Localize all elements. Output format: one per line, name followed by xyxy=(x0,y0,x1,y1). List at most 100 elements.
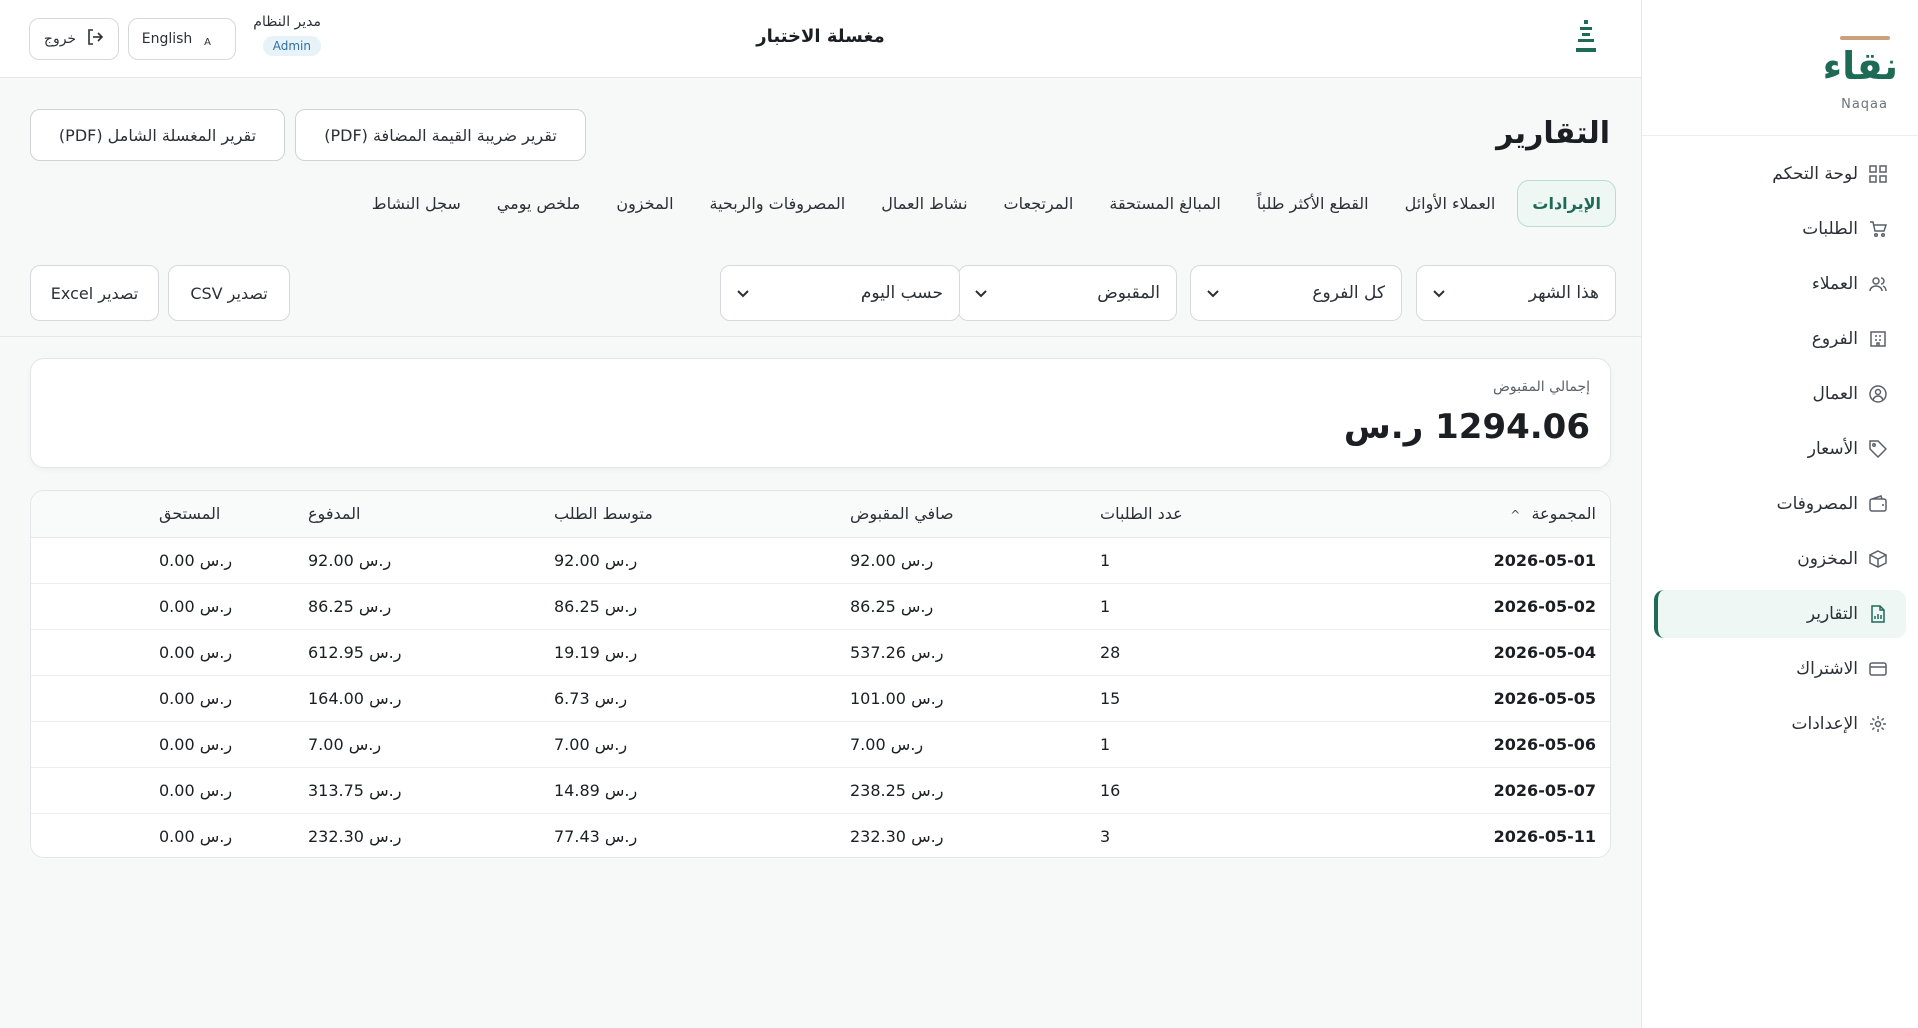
cell-count: 1 xyxy=(1100,583,1350,630)
building-icon xyxy=(1868,329,1888,349)
cell-net: ر.س 537.26 xyxy=(850,629,1100,676)
revenue-table: المجموعة ^ عدد الطلبات صافي المقبوض متوس… xyxy=(31,491,1610,857)
sidebar-item-4[interactable]: العمال xyxy=(1654,370,1906,418)
table-row[interactable]: 2026-05-05 15 ر.س 101.00 ر.س 6.73 ر.س 164.00… xyxy=(31,675,1610,722)
sidebar-item-label: العمال xyxy=(1812,384,1858,404)
cart-icon xyxy=(1868,219,1888,239)
tab-6[interactable]: المصروفات والربحية xyxy=(696,180,860,227)
role-badge: Admin xyxy=(262,36,321,56)
cell-due: ر.س 0.00 xyxy=(31,583,308,630)
sidebar-item-6[interactable]: المصروفات xyxy=(1654,480,1906,528)
sidebar-item-label: المصروفات xyxy=(1776,494,1858,514)
sidebar-item-3[interactable]: الفروع xyxy=(1654,315,1906,363)
cell-count: 3 xyxy=(1100,826,1111,846)
table-row[interactable]: 2026-05-02 1 ر.س 86.25 ر.س 86.25 ر.س 86.25 ر.… xyxy=(31,583,1610,630)
sidebar-item-1[interactable]: الطلبات xyxy=(1654,205,1906,253)
sort-asc-icon: ^ xyxy=(1510,508,1521,523)
user-info: مدير النظام Admin xyxy=(246,14,321,56)
cell-net: ر.س 101.00 xyxy=(850,675,1100,722)
export-excel-button[interactable]: تصدير Excel xyxy=(30,265,159,321)
cell-net: ر.س 7.00 xyxy=(850,721,1100,768)
tab-7[interactable]: المخزون xyxy=(602,180,687,227)
summary-card: إجمالي المقبوض 1294.06 ر.س xyxy=(30,358,1611,468)
logout-button[interactable]: خروج xyxy=(29,18,119,60)
sidebar-item-9[interactable]: الاشتراك xyxy=(1654,645,1906,693)
sidebar-item-8[interactable]: التقارير xyxy=(1654,590,1906,638)
table-header-row: المجموعة ^ عدد الطلبات صافي المقبوض متوس… xyxy=(31,491,1610,538)
sidebar-item-0[interactable]: لوحة التحكم xyxy=(1654,150,1906,198)
cell-group: 2026-05-01 xyxy=(1350,537,1610,584)
cell-avg: ر.س 7.00 xyxy=(554,721,850,768)
sidebar-item-label: الأسعار xyxy=(1807,439,1858,459)
cell-net: ر.س 86.25 xyxy=(850,583,1100,630)
tab-3[interactable]: المبالغ المستحقة xyxy=(1095,180,1234,227)
language-label: English xyxy=(141,31,193,47)
cell-count: 1 xyxy=(1100,537,1350,584)
sidebar-item-7[interactable]: المخزون xyxy=(1654,535,1906,583)
summary-label: إجمالي المقبوض xyxy=(1492,379,1590,395)
table-row[interactable]: 2026-05-11 3 ر.س 232.30 ر.س 77.43 ر.س 232.30… xyxy=(31,813,1610,857)
column-header-avg[interactable]: متوسط الطلب xyxy=(554,491,850,538)
translate-icon: 文A xyxy=(191,28,222,50)
chevron-down-icon xyxy=(1433,283,1445,303)
brand-accent-bar xyxy=(1840,36,1890,40)
card-icon xyxy=(1868,659,1888,679)
brand-subtitle: Naqaa xyxy=(1841,97,1888,112)
sidebar-item-10[interactable]: الإعدادات xyxy=(1654,700,1906,748)
table-body: 2026-05-01 1 ر.س 92.00 ر.س 92.00 ر.س 92.00 ر.… xyxy=(31,537,1610,857)
cell-count: 28 xyxy=(1100,629,1350,676)
column-header-count[interactable]: عدد الطلبات xyxy=(1100,491,1350,538)
cell-net: ر.س 232.30 xyxy=(850,826,944,846)
cell-avg: ر.س 86.25 xyxy=(554,583,850,630)
cell-due: ر.س 0.00 xyxy=(31,675,308,722)
period-select[interactable]: هذا الشهر xyxy=(1416,265,1616,321)
tab-1[interactable]: العملاء الأوائل xyxy=(1391,180,1510,227)
cell-avg: ر.س 6.73 xyxy=(554,675,850,722)
cell-count: 15 xyxy=(1100,675,1350,722)
sidebar-item-label: المخزون xyxy=(1797,549,1858,569)
language-toggle-button[interactable]: 文A English xyxy=(128,18,236,60)
group-by-select[interactable]: حسب اليوم xyxy=(720,265,960,321)
cell-paid: ر.س 232.30 xyxy=(308,826,402,846)
svg-text:A: A xyxy=(204,37,211,46)
sidebar-nav: لوحة التحكم الطلبات العملاء الفروع العمال الأ… xyxy=(1654,150,1906,755)
tab-8[interactable]: ملخص يومي xyxy=(483,180,595,227)
table-row[interactable]: 2026-05-07 16 ر.س 238.25 ر.س 14.89 ر.س 313.7… xyxy=(31,767,1610,814)
box-icon xyxy=(1868,549,1888,569)
cell-count: 1 xyxy=(1100,721,1350,768)
cell-avg: ر.س 14.89 xyxy=(554,767,850,814)
column-header-net[interactable]: صافي المقبوض xyxy=(850,491,1100,538)
logout-label: خروج xyxy=(43,31,77,47)
vat-report-pdf-button[interactable]: تقرير ضريبة القيمة المضافة (PDF) xyxy=(295,109,586,161)
sidebar-item-label: الاشتراك xyxy=(1796,659,1858,679)
cell-count: 16 xyxy=(1100,767,1350,814)
table-row[interactable]: 2026-05-06 1 ر.س 7.00 ر.س 7.00 ر.س 7.00 ر.س 0… xyxy=(31,721,1610,768)
branch-select[interactable]: كل الفروع xyxy=(1190,265,1402,321)
column-header-group[interactable]: المجموعة ^ xyxy=(1350,491,1610,538)
tab-4[interactable]: المرتجعات xyxy=(990,180,1088,227)
export-csv-button[interactable]: تصدير CSV xyxy=(168,265,290,321)
revenue-table-card: المجموعة ^ عدد الطلبات صافي المقبوض متوس… xyxy=(30,490,1611,858)
tab-2[interactable]: القطع الأكثر طلباً xyxy=(1243,180,1383,227)
tab-5[interactable]: نشاط العمال xyxy=(867,180,981,227)
column-header-due[interactable]: المستحق xyxy=(31,491,308,538)
measure-select[interactable]: المقبوض xyxy=(958,265,1177,321)
cell-group: 2026-05-04 xyxy=(1350,629,1610,676)
sidebar-item-2[interactable]: العملاء xyxy=(1654,260,1906,308)
summary-value: 1294.06 ر.س xyxy=(1343,407,1590,447)
sidebar-item-5[interactable]: الأسعار xyxy=(1654,425,1906,473)
cell-group: 2026-05-05 xyxy=(1350,675,1610,722)
tab-0[interactable]: الإيرادات xyxy=(1517,180,1616,227)
cell-due: ر.س 0.00 xyxy=(31,537,308,584)
branch-select-value: كل الفروع xyxy=(1312,283,1385,303)
full-report-pdf-button[interactable]: تقرير المغسلة الشامل (PDF) xyxy=(30,109,285,161)
table-row[interactable]: 2026-05-04 28 ر.س 537.26 ر.س 19.19 ر.س 612.9… xyxy=(31,629,1610,676)
grid-icon xyxy=(1868,164,1888,184)
report-tabs: الإيرادات العملاء الأوائل القطع الأكثر طلب… xyxy=(358,180,1616,227)
cell-paid: ر.س 313.75 xyxy=(308,767,554,814)
tab-9[interactable]: سجل النشاط xyxy=(358,180,475,227)
chevron-down-icon xyxy=(1207,283,1219,303)
column-header-paid[interactable]: المدفوع xyxy=(308,491,554,538)
table-row[interactable]: 2026-05-01 1 ر.س 92.00 ر.س 92.00 ر.س 92.00 ر.… xyxy=(31,537,1610,584)
column-header-group-label: المجموعة xyxy=(1531,504,1596,524)
